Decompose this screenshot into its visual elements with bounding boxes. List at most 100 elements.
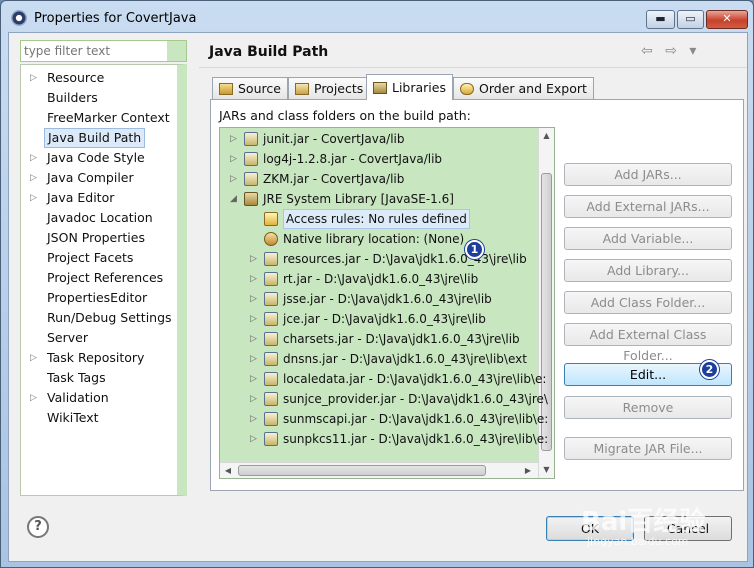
scroll-up-icon[interactable]: ▲ xyxy=(539,128,554,144)
build-path-tree[interactable]: ▲ ▼ ◀ ▶ ▷ junit.jar - CovertJava/lib ▷ log4… xyxy=(219,127,555,479)
tree-row-label: JRE System Library [JavaSE-1.6] xyxy=(263,192,454,206)
baidu-watermark-logo: Bai百经验 xyxy=(581,507,706,537)
expand-arrow-icon[interactable]: ▷ xyxy=(30,168,40,188)
project-icon xyxy=(295,83,309,95)
expand-arrow-icon[interactable]: ▷ xyxy=(30,148,40,168)
jar-icon xyxy=(264,332,278,346)
tree-expander-icon[interactable]: ▷ xyxy=(230,129,240,149)
source-folder-icon xyxy=(219,83,233,95)
tree-expander-icon[interactable]: ▷ xyxy=(250,289,260,309)
jar-icon xyxy=(244,152,258,166)
properties-window: Properties for CovertJava ▬ ▭ ✕ ▷ Resourc… xyxy=(0,0,754,568)
scroll-right-icon[interactable]: ▶ xyxy=(520,463,536,478)
nav-item-label: Javadoc Location xyxy=(47,210,153,225)
rule-icon xyxy=(264,212,278,226)
scroll-left-icon[interactable]: ◀ xyxy=(220,463,236,478)
tree-expander-icon[interactable]: ▷ xyxy=(250,389,260,409)
side-button-add-jars[interactable]: Add JARs... xyxy=(564,163,732,186)
order-export-icon xyxy=(460,83,474,95)
lib-icon xyxy=(244,192,258,206)
view-menu-icon[interactable]: ▾ xyxy=(689,43,696,59)
baidu-watermark-url: jingyan.baidu.com xyxy=(587,535,689,548)
tree-row-label: localedata.jar - D:\Java\jdk1.6.0_43\jre… xyxy=(283,372,547,386)
tree-row-label: sunpkcs11.jar - D:\Java\jdk1.6.0_43\jre\… xyxy=(283,432,549,446)
jar-icon xyxy=(264,432,278,446)
tree-row-label: junit.jar - CovertJava/lib xyxy=(263,132,405,146)
expand-arrow-icon[interactable]: ▷ xyxy=(30,348,40,368)
tree-row-label: log4j-1.2.8.jar - CovertJava/lib xyxy=(263,152,443,166)
jar-icon xyxy=(244,172,258,186)
nav-item-label: Java Build Path xyxy=(44,128,146,148)
nav-item-label: Validation xyxy=(47,390,109,405)
eclipse-icon xyxy=(11,10,27,26)
back-arrow-icon[interactable]: ⇦ xyxy=(641,43,653,59)
side-button-migrate-jar-file[interactable]: Migrate JAR File... xyxy=(564,437,732,460)
side-button-add-variable[interactable]: Add Variable... xyxy=(564,227,732,250)
tab-projects[interactable]: Projects xyxy=(288,77,371,99)
nav-item-label: Java Code Style xyxy=(47,150,145,165)
nav-item-label: JSON Properties xyxy=(47,230,145,245)
tree-expander-icon[interactable]: ▷ xyxy=(250,369,260,389)
history-controls: ⇦ ⇨ ▾ xyxy=(641,43,704,59)
expand-arrow-icon[interactable]: ▷ xyxy=(30,68,40,88)
maximize-button[interactable]: ▭ xyxy=(677,10,704,29)
tree-row-label: resources.jar - D:\Java\jdk1.6.0_43\jre\… xyxy=(283,252,527,266)
jar-icon xyxy=(264,392,278,406)
jar-icon xyxy=(264,272,278,286)
header-divider xyxy=(199,67,747,68)
tree-expander-icon[interactable]: ▷ xyxy=(250,249,260,269)
horizontal-scrollbar[interactable]: ◀ ▶ xyxy=(220,462,538,478)
tree-row-label: sunjce_provider.jar - D:\Java\jdk1.6.0_4… xyxy=(283,392,548,406)
scroll-down-icon[interactable]: ▼ xyxy=(539,462,554,478)
horizontal-scroll-thumb[interactable] xyxy=(238,465,486,476)
expand-arrow-icon[interactable]: ▷ xyxy=(30,188,40,208)
tree-expander-icon[interactable]: ▷ xyxy=(250,429,260,449)
side-button-add-external-jars[interactable]: Add External JARs... xyxy=(564,195,732,218)
tree-row-label: sunmscapi.jar - D:\Java\jdk1.6.0_43\jre\… xyxy=(283,412,549,426)
side-button-remove[interactable]: Remove xyxy=(564,396,732,419)
tree-expander-icon[interactable]: ◢ xyxy=(230,189,240,209)
help-button[interactable]: ? xyxy=(27,516,49,538)
tree-expander-icon[interactable]: ▷ xyxy=(250,349,260,369)
nav-item-label: Task Tags xyxy=(47,370,106,385)
side-button-add-external-class-folder[interactable]: Add External Class Folder... xyxy=(564,323,732,363)
step-badge-2: 2 xyxy=(700,360,719,379)
tab-order-and-export[interactable]: Order and Export xyxy=(453,77,594,99)
tree-expander-icon[interactable]: ▷ xyxy=(250,409,260,429)
nav-item-label: Run/Debug Settings xyxy=(47,310,172,325)
tab-source[interactable]: Source xyxy=(212,77,288,99)
tree-expander-icon[interactable]: ▷ xyxy=(250,329,260,349)
tree-row-label: charsets.jar - D:\Java\jdk1.6.0_43\jre\l… xyxy=(283,332,520,346)
filter-input[interactable] xyxy=(20,40,187,62)
minimize-button[interactable]: ▬ xyxy=(646,10,675,29)
build-path-caption: JARs and class folders on the build path… xyxy=(219,108,471,123)
tree-expander-icon[interactable]: ▷ xyxy=(250,269,260,289)
jar-icon xyxy=(264,352,278,366)
expand-arrow-icon[interactable]: ▷ xyxy=(30,388,40,408)
step-badge-1: 1 xyxy=(465,240,484,259)
nav-item-label: Java Compiler xyxy=(47,170,134,185)
tree-expander-icon[interactable]: ▷ xyxy=(230,169,240,189)
tree-expander-icon[interactable]: ▷ xyxy=(230,149,240,169)
nav-item-label: Builders xyxy=(47,90,98,105)
tab-libraries[interactable]: Libraries xyxy=(366,74,453,100)
jar-icon xyxy=(264,292,278,306)
nav-item-label: Java Editor xyxy=(47,190,115,205)
filter-highlight xyxy=(167,41,186,61)
page-title: Java Build Path xyxy=(209,44,329,60)
property-page-list[interactable]: ▷ Resource Builders FreeMarker Context Java … xyxy=(20,64,187,496)
title-bar[interactable]: Properties for CovertJava ▬ ▭ ✕ xyxy=(1,1,753,32)
tree-row-label: jsse.jar - D:\Java\jdk1.6.0_43\jre\lib xyxy=(283,292,492,306)
tree-row-label: Native library location: (None) xyxy=(283,232,465,246)
side-button-add-library[interactable]: Add Library... xyxy=(564,259,732,282)
side-button-add-class-folder[interactable]: Add Class Folder... xyxy=(564,291,732,314)
tree-row-label: dnsns.jar - D:\Java\jdk1.6.0_43\jre\lib\… xyxy=(283,352,527,366)
tree-row-label: jce.jar - D:\Java\jdk1.6.0_43\jre\lib xyxy=(283,312,486,326)
tree-expander-icon[interactable]: ▷ xyxy=(250,309,260,329)
close-button[interactable]: ✕ xyxy=(706,10,748,29)
native-icon xyxy=(264,232,278,246)
jar-icon xyxy=(264,252,278,266)
forward-arrow-icon[interactable]: ⇨ xyxy=(665,43,677,59)
nav-item-label: Server xyxy=(47,330,88,345)
tree-row-label: rt.jar - D:\Java\jdk1.6.0_43\jre\lib xyxy=(283,272,479,286)
